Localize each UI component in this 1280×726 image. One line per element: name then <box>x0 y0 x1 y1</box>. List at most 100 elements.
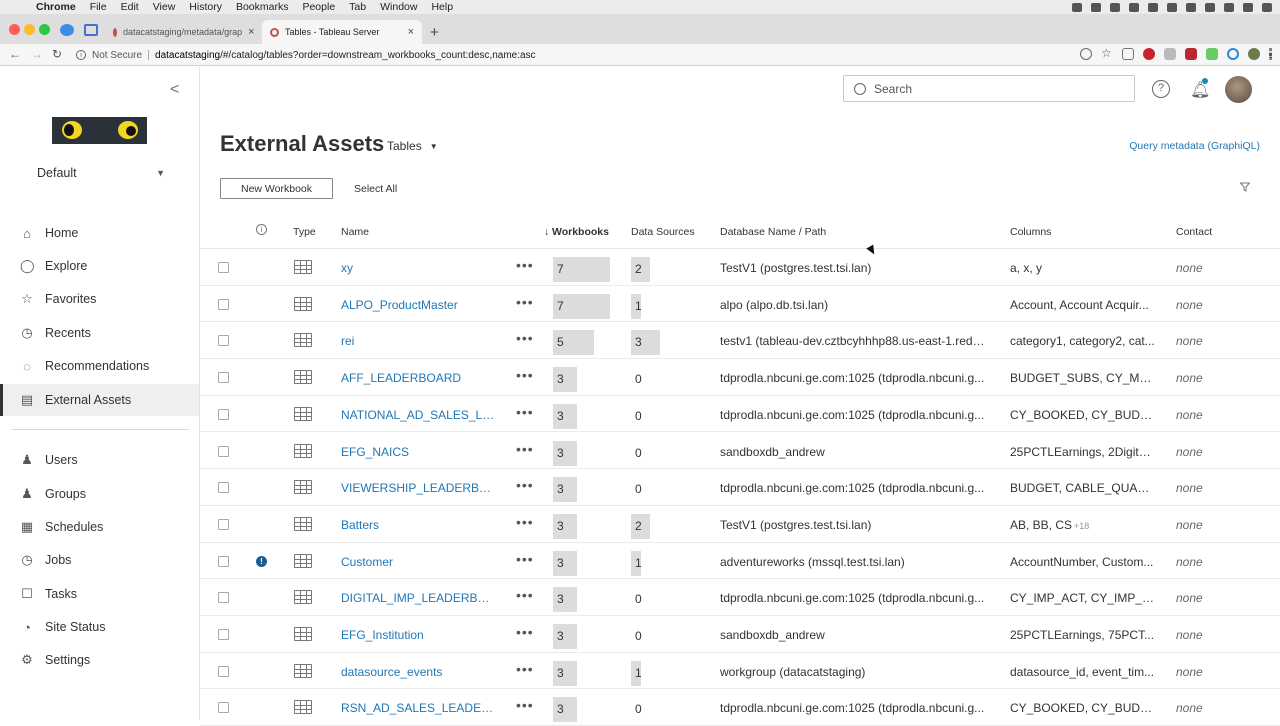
workbooks-count[interactable]: 3 <box>557 629 564 643</box>
column-header-contact[interactable]: Contact <box>1176 226 1212 238</box>
database-path[interactable]: testv1 (tableau-dev.cztbcyhhhp88.us-east… <box>720 334 988 348</box>
row-checkbox[interactable] <box>218 262 229 273</box>
table-name-link[interactable]: Batters <box>341 518 379 532</box>
sidebar-item-settings[interactable]: ⚙ Settings <box>0 644 199 676</box>
table-row[interactable]: AFF_LEADERBOARD ••• 3 0 tdprodla.nbcuni.ge.c… <box>200 359 1280 396</box>
new-workbook-button[interactable]: New Workbook <box>220 178 333 199</box>
dropbox-icon[interactable] <box>1072 2 1082 12</box>
site-selector[interactable]: Default ▼ <box>37 166 165 180</box>
search-box[interactable] <box>843 75 1135 102</box>
table-name-link[interactable]: AFF_LEADERBOARD <box>341 371 461 385</box>
pocket-icon[interactable] <box>1122 48 1134 60</box>
spotlight-icon[interactable] <box>1224 2 1234 12</box>
sort-descending-icon[interactable]: ↓ <box>544 226 549 238</box>
menu-help[interactable]: Help <box>431 1 453 13</box>
row-checkbox[interactable] <box>218 665 229 677</box>
back-icon[interactable]: ← <box>9 47 21 61</box>
table-row[interactable]: xy ••• 7 2 TestV1 (postgres.test.tsi.lan) a, … <box>200 249 1280 286</box>
table-name-link[interactable]: RSN_AD_SALES_LEADER... <box>341 701 496 715</box>
table-name-link[interactable]: rei <box>341 334 354 348</box>
warning-info-icon[interactable]: ! <box>256 555 267 567</box>
menu-app[interactable]: Chrome <box>36 1 76 13</box>
workbooks-count[interactable]: 3 <box>557 592 564 606</box>
more-actions-icon[interactable]: ••• <box>516 477 534 493</box>
table-name-link[interactable]: EFG_Institution <box>341 628 424 642</box>
close-window-button[interactable] <box>9 24 20 35</box>
workbooks-count[interactable]: 3 <box>557 372 564 386</box>
row-checkbox[interactable] <box>218 372 229 384</box>
sidebar-item-users[interactable]: ♟ Users <box>0 444 199 476</box>
extension-gray-icon[interactable] <box>1164 48 1176 60</box>
more-actions-icon[interactable]: ••• <box>516 551 534 567</box>
avatar[interactable] <box>1225 76 1252 103</box>
extension-mail-icon[interactable] <box>1185 48 1197 60</box>
database-path[interactable]: TestV1 (postgres.test.tsi.lan) <box>720 261 871 275</box>
sidebar-item-tasks[interactable]: ☐ Tasks <box>0 578 199 610</box>
sidebar-item-site-status[interactable]: ◔ Site Status <box>0 611 199 643</box>
columns-more-count[interactable]: +18 <box>1074 521 1089 531</box>
extension-blue-icon[interactable] <box>1227 48 1239 60</box>
sync-icon[interactable] <box>1091 2 1101 12</box>
column-header-type[interactable]: Type <box>293 226 316 238</box>
more-actions-icon[interactable]: ••• <box>516 587 534 603</box>
row-checkbox[interactable] <box>218 629 229 640</box>
sidebar-item-groups[interactable]: ♟ Groups <box>0 478 199 510</box>
data-sources-count[interactable]: 0 <box>635 592 642 606</box>
menu-bookmarks[interactable]: Bookmarks <box>236 1 289 13</box>
sidebar-item-explore[interactable]: ◯ Explore <box>0 250 199 282</box>
more-actions-icon[interactable]: ••• <box>516 257 534 273</box>
database-path[interactable]: alpo (alpo.db.tsi.lan) <box>720 298 828 312</box>
workbooks-count[interactable]: 3 <box>557 409 564 423</box>
data-sources-count[interactable]: 0 <box>635 372 642 386</box>
table-row[interactable]: DIGITAL_IMP_LEADERBO... ••• 3 0 tdprodla.nbc… <box>200 579 1280 616</box>
column-header-database[interactable]: Database Name / Path <box>720 226 826 238</box>
row-checkbox[interactable] <box>218 408 229 420</box>
table-name-link[interactable]: VIEWERSHIP_LEADERBO... <box>341 481 496 495</box>
workbooks-count[interactable]: 7 <box>557 262 564 276</box>
filter-icon[interactable] <box>1239 182 1251 195</box>
sidebar-item-jobs[interactable]: ◷ Jobs <box>0 544 199 576</box>
more-actions-icon[interactable]: ••• <box>516 697 534 713</box>
profile-icon[interactable] <box>1248 48 1260 60</box>
new-tab-icon[interactable]: + <box>430 24 439 41</box>
sidebar-item-external-assets[interactable]: ▤ External Assets <box>0 384 199 416</box>
table-name-link[interactable]: NATIONAL_AD_SALES_LE... <box>341 408 496 422</box>
database-path[interactable]: adventureworks (mssql.test.tsi.lan) <box>720 555 905 569</box>
database-path[interactable]: workgroup (datacatstaging) <box>720 665 865 679</box>
table-name-link[interactable]: xy <box>341 261 353 275</box>
sidebar-item-recents[interactable]: ◷ Recents <box>0 317 199 349</box>
data-sources-count[interactable]: 0 <box>635 446 642 460</box>
workbooks-count[interactable]: 3 <box>557 482 564 496</box>
more-actions-icon[interactable]: ••• <box>516 441 534 457</box>
table-row[interactable]: RSN_AD_SALES_LEADER... ••• 3 0 tdprodla.nbcu… <box>200 689 1280 726</box>
data-sources-count[interactable]: 0 <box>635 629 642 643</box>
row-checkbox[interactable] <box>218 518 229 530</box>
workbooks-count[interactable]: 3 <box>557 556 564 570</box>
column-header-workbooks[interactable]: Workbooks <box>552 226 609 238</box>
sidebar-item-home[interactable]: ⌂ Home <box>0 217 199 249</box>
data-sources-count[interactable]: 1 <box>635 666 642 680</box>
row-checkbox[interactable] <box>218 335 229 347</box>
minimize-window-button[interactable] <box>24 24 35 35</box>
url-text[interactable]: datacatstaging/#/catalog/tables?order=do… <box>155 50 536 61</box>
menu-people[interactable]: People <box>302 1 335 13</box>
list-icon[interactable] <box>1262 2 1272 12</box>
row-checkbox[interactable] <box>218 445 229 457</box>
more-actions-icon[interactable]: ••• <box>516 294 534 310</box>
database-path[interactable]: tdprodla.nbcuni.ge.com:1025 (tdprodla.nb… <box>720 481 984 495</box>
zoom-icon[interactable] <box>1080 48 1092 60</box>
table-row[interactable]: NATIONAL_AD_SALES_LE... ••• 3 0 tdprodla.nbc… <box>200 396 1280 433</box>
messenger-pinned-tab-icon[interactable] <box>60 24 74 36</box>
more-actions-icon[interactable]: ••• <box>516 367 534 383</box>
database-path[interactable]: sandboxdb_andrew <box>720 445 825 459</box>
sidebar-item-recommendations[interactable]: ◌ Recommendations <box>0 350 199 382</box>
database-path[interactable]: tdprodla.nbcuni.ge.com:1025 (tdprodla.nb… <box>720 371 984 385</box>
pinned-tab-icon[interactable] <box>84 24 98 36</box>
info-icon[interactable]: i <box>76 50 86 60</box>
info-column-icon[interactable]: i <box>256 224 267 235</box>
reload-icon[interactable]: ↻ <box>52 47 62 61</box>
database-path[interactable]: tdprodla.nbcuni.ge.com:1025 (tdprodla.nb… <box>720 591 984 605</box>
flag-icon[interactable] <box>1243 2 1253 12</box>
workbooks-count[interactable]: 3 <box>557 519 564 533</box>
row-checkbox[interactable] <box>218 482 229 494</box>
